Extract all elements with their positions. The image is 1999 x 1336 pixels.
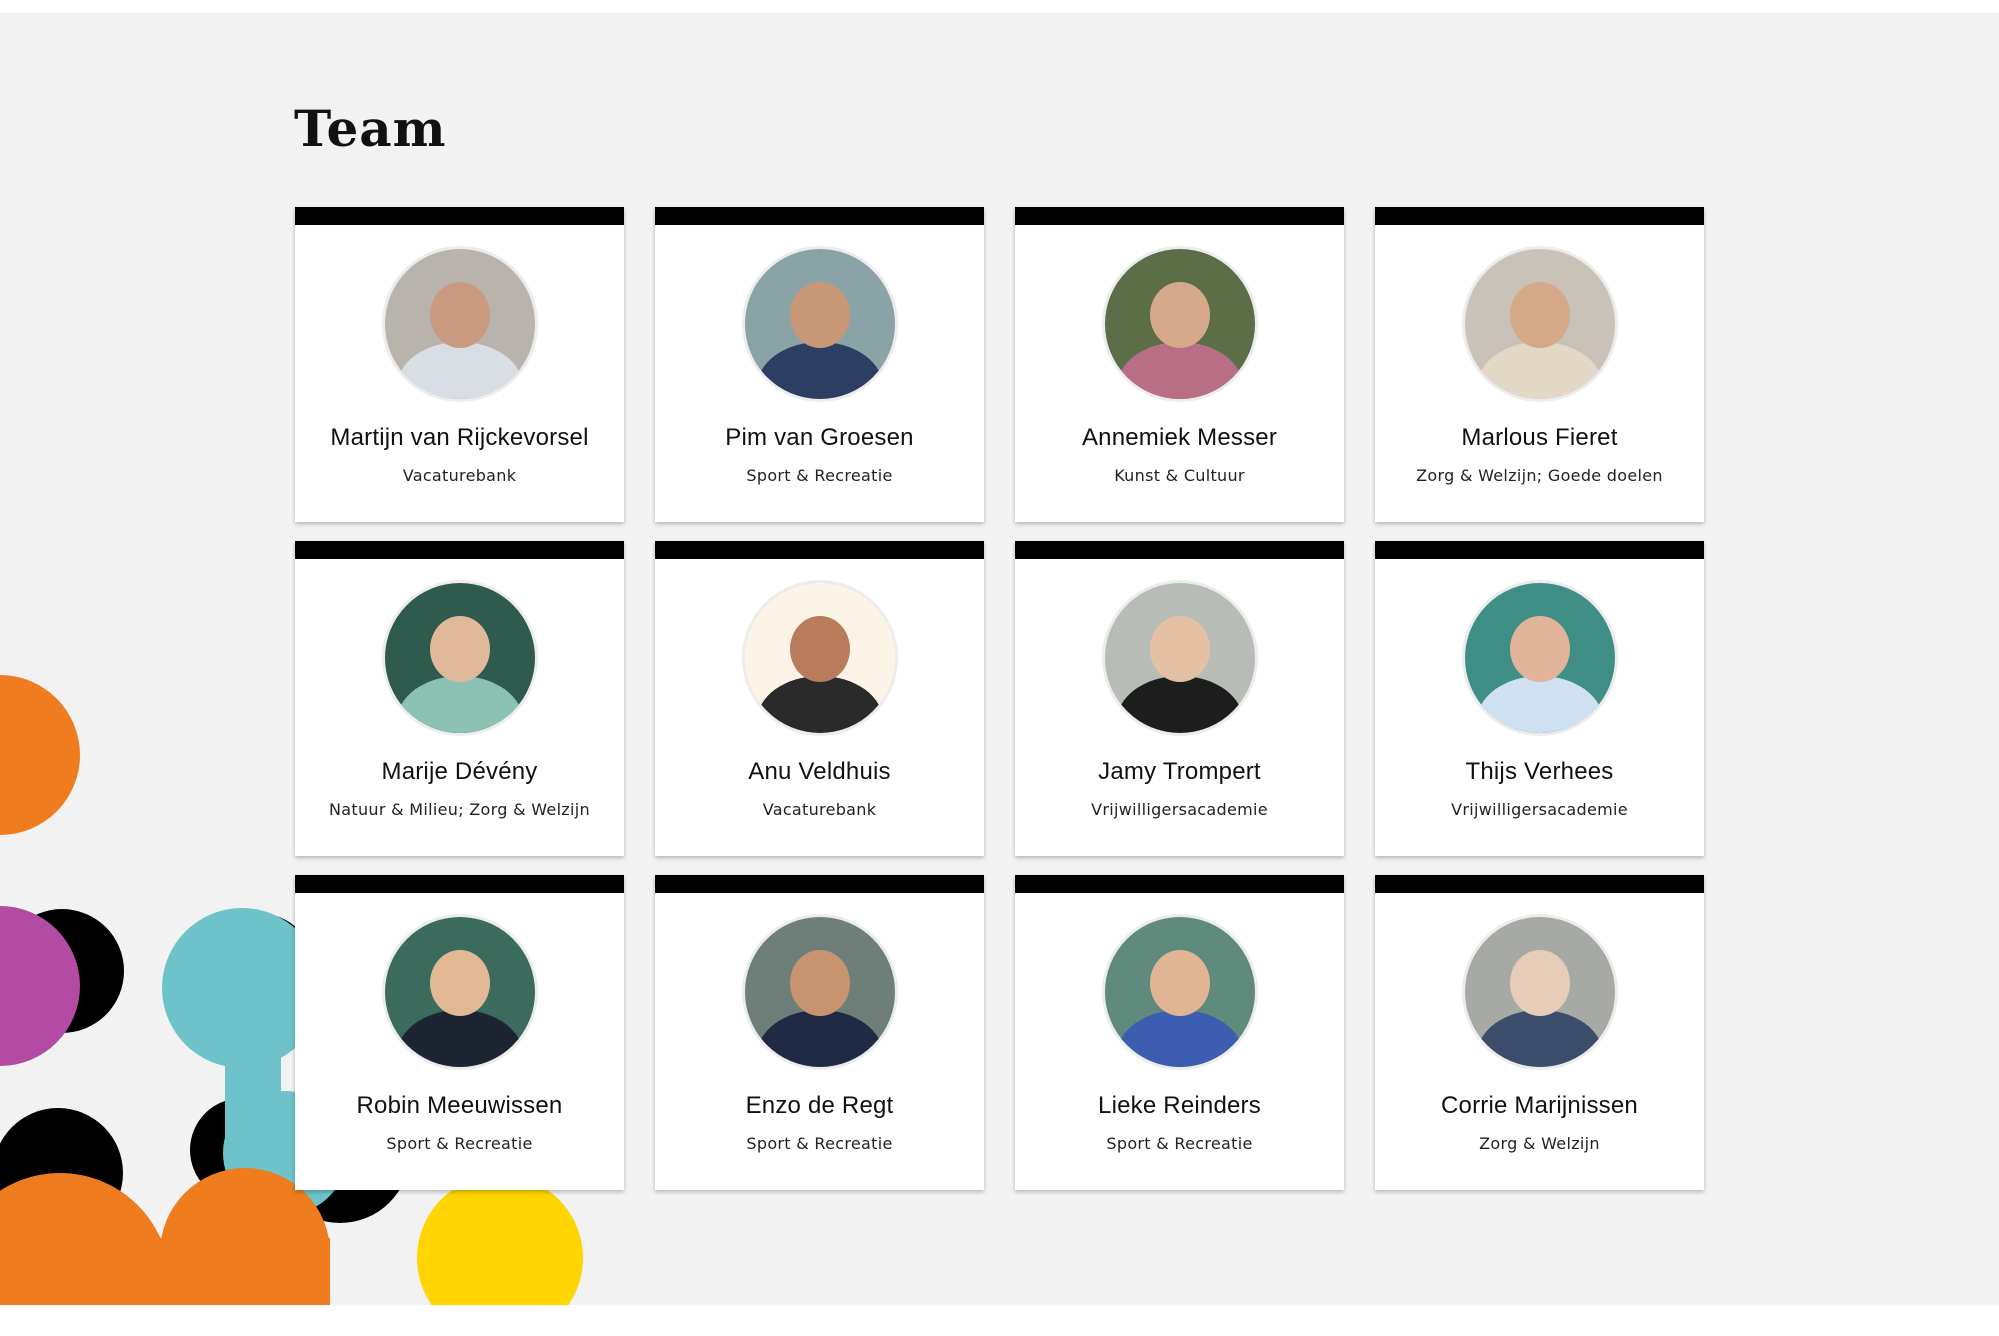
team-card[interactable]: Corrie Marijnissen Zorg & Welzijn — [1375, 875, 1704, 1190]
blob-black-a — [0, 909, 124, 1033]
member-name: Marije Dévény — [381, 758, 538, 785]
team-card[interactable]: Pim van Groesen Sport & Recreatie — [655, 207, 984, 522]
member-name: Anu Veldhuis — [748, 758, 891, 785]
avatar — [381, 914, 538, 1070]
member-sector: Vrijwilligersacademie — [1091, 800, 1268, 819]
team-card[interactable]: Annemiek Messer Kunst & Cultuur — [1015, 207, 1344, 522]
member-name: Lieke Reinders — [1098, 1092, 1261, 1119]
team-card[interactable]: Thijs Verhees Vrijwilligersacademie — [1375, 541, 1704, 856]
member-sector: Sport & Recreatie — [1106, 1134, 1253, 1153]
blob-teal-neck — [225, 1013, 281, 1153]
member-sector: Kunst & Cultuur — [1114, 466, 1245, 485]
blob-yellow — [417, 1175, 583, 1305]
blob-purple — [0, 906, 80, 1066]
team-card[interactable]: Marlous Fieret Zorg & Welzijn; Goede doe… — [1375, 207, 1704, 522]
member-sector: Vacaturebank — [762, 800, 877, 819]
avatar — [1461, 580, 1618, 736]
avatar — [741, 914, 898, 1070]
member-sector: Vrijwilligersacademie — [1451, 800, 1628, 819]
avatar — [741, 246, 898, 402]
avatar — [381, 246, 538, 402]
team-section: Team Martijn van Rijckevorsel Vacatureba… — [0, 13, 1999, 1305]
team-card[interactable]: Jamy Trompert Vrijwilligersacademie — [1015, 541, 1344, 856]
member-name: Pim van Groesen — [725, 424, 914, 451]
member-sector: Sport & Recreatie — [386, 1134, 533, 1153]
avatar — [1101, 914, 1258, 1070]
team-card[interactable]: Marije Dévény Natuur & Milieu; Zorg & We… — [295, 541, 624, 856]
blob-orange-left — [0, 1173, 170, 1305]
member-name: Enzo de Regt — [745, 1092, 894, 1119]
avatar — [1101, 246, 1258, 402]
team-card[interactable]: Lieke Reinders Sport & Recreatie — [1015, 875, 1344, 1190]
blob-black-c — [190, 1098, 294, 1202]
team-card[interactable]: Enzo de Regt Sport & Recreatie — [655, 875, 984, 1190]
member-name: Marlous Fieret — [1461, 424, 1618, 451]
member-sector: Natuur & Milieu; Zorg & Welzijn — [329, 800, 590, 819]
avatar — [1461, 246, 1618, 402]
avatar — [1101, 580, 1258, 736]
avatar — [741, 580, 898, 736]
blob-black-d — [0, 1108, 123, 1238]
member-sector: Sport & Recreatie — [746, 466, 893, 485]
member-name: Thijs Verhees — [1465, 758, 1614, 785]
member-name: Annemiek Messer — [1081, 424, 1278, 451]
member-sector: Vacaturebank — [402, 466, 517, 485]
team-card[interactable]: Anu Veldhuis Vacaturebank — [655, 541, 984, 856]
member-name: Jamy Trompert — [1098, 758, 1261, 785]
page-title: Team — [294, 99, 447, 158]
member-sector: Sport & Recreatie — [746, 1134, 893, 1153]
member-name: Martijn van Rijckevorsel — [330, 424, 589, 451]
team-grid: Martijn van Rijckevorsel Vacaturebank Pi… — [295, 207, 1704, 1190]
member-sector: Zorg & Welzijn — [1479, 1134, 1600, 1153]
team-card[interactable]: Martijn van Rijckevorsel Vacaturebank — [295, 207, 624, 522]
blob-orange-top — [0, 675, 80, 835]
member-name: Robin Meeuwissen — [356, 1092, 563, 1119]
avatar — [381, 580, 538, 736]
member-sector: Zorg & Welzijn; Goede doelen — [1416, 466, 1663, 485]
avatar — [1461, 914, 1618, 1070]
blob-orange-base — [0, 1238, 330, 1305]
member-name: Corrie Marijnissen — [1441, 1092, 1638, 1119]
team-card[interactable]: Robin Meeuwissen Sport & Recreatie — [295, 875, 624, 1190]
